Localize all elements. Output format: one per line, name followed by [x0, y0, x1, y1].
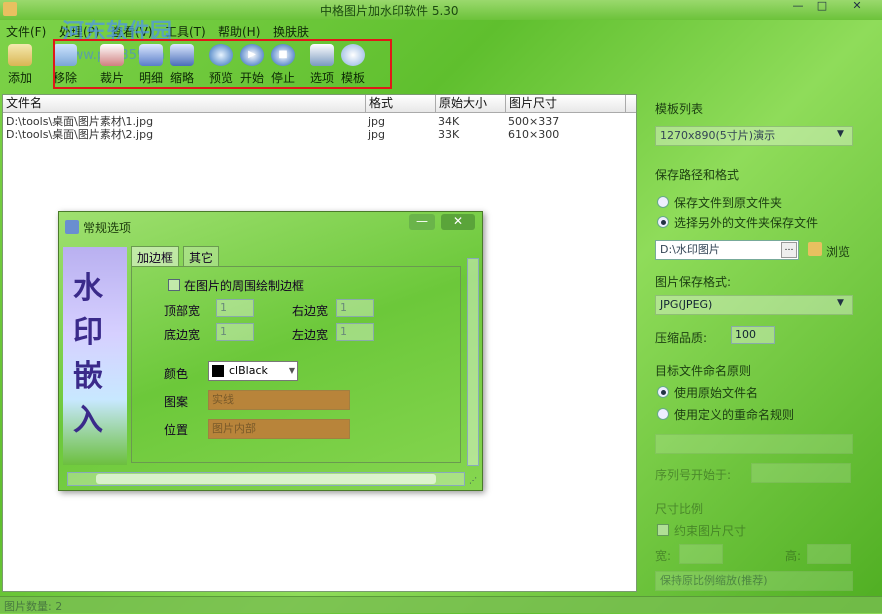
color-label: 颜色: [164, 367, 189, 381]
add-button[interactable]: 添加: [0, 44, 40, 88]
close-button[interactable]: ✕: [840, 0, 874, 14]
table-row[interactable]: D:\tools\桌面\图片素材\2.jpg jpg 33K 610×300: [3, 128, 636, 141]
radio-other-folder-label: 选择另外的文件夹保存文件: [674, 216, 819, 230]
sequence-label: 序列号开始于:: [655, 468, 732, 482]
dialog-close-button[interactable]: ✕: [441, 214, 475, 230]
format-label: 图片保存格式:: [655, 275, 732, 289]
draw-border-label: 在图片的周围绘制边框: [184, 279, 305, 293]
row-format: jpg: [368, 115, 386, 128]
radio-custom-name-label: 使用定义的重命名规则: [674, 408, 795, 422]
left-width-label: 左边宽: [292, 328, 329, 342]
status-text: 图片数量: 2: [4, 600, 63, 613]
menu-skin[interactable]: 换肤肤: [273, 23, 309, 40]
radio-original-name[interactable]: [657, 386, 669, 398]
column-filename[interactable]: 文件名: [3, 95, 366, 113]
format-select[interactable]: JPG(JPEG): [655, 295, 853, 315]
column-dimensions[interactable]: 图片尺寸: [506, 95, 626, 113]
chevron-down-icon: ▼: [837, 129, 844, 139]
naming-label: 目标文件命名原则: [655, 364, 752, 378]
position-select[interactable]: 图片内部: [208, 419, 350, 439]
row-filename: D:\tools\桌面\图片素材\1.jpg: [6, 115, 154, 128]
right-width-stepper[interactable]: 1: [336, 299, 374, 317]
resize-grip-icon[interactable]: ⋰: [469, 476, 477, 485]
dialog-icon: [65, 220, 79, 234]
folder-picker-button[interactable]: …: [781, 242, 797, 258]
minimize-button[interactable]: —: [788, 0, 808, 14]
template-list-label: 模板列表: [655, 102, 704, 116]
settings-panel: 模板列表 1270x890(5寸片)演示 ▼ 保存路径和格式 保存文件到原文件夹…: [641, 92, 879, 592]
tab-border[interactable]: 加边框: [131, 246, 180, 266]
position-label: 位置: [164, 423, 189, 437]
top-width-label: 顶部宽: [164, 304, 201, 318]
constrain-label: 约束图片尺寸: [674, 524, 747, 538]
side-char: 嵌: [73, 359, 103, 394]
row-size: 33K: [438, 128, 460, 141]
app-icon: [3, 2, 17, 16]
window-title: 中格图片加水印软件 5.30: [320, 4, 459, 18]
row-dimensions: 610×300: [508, 128, 560, 141]
right-width-label: 右边宽: [292, 304, 329, 318]
file-list-header: 文件名 格式 原始大小 图片尺寸: [3, 95, 636, 113]
radio-other-folder[interactable]: [657, 216, 669, 228]
row-dimensions: 500×337: [508, 115, 560, 128]
side-banner: 水 印 嵌 入: [63, 247, 127, 465]
height-input[interactable]: [807, 544, 851, 564]
table-row[interactable]: D:\tools\桌面\图片素材\1.jpg jpg 34K 500×337: [3, 115, 636, 128]
pattern-select[interactable]: 实线: [208, 390, 350, 410]
radio-custom-name[interactable]: [657, 408, 669, 420]
side-char: 印: [73, 315, 103, 350]
sequence-input[interactable]: [751, 463, 851, 483]
quality-stepper[interactable]: 100: [731, 326, 775, 344]
save-path-label: 保存路径和格式: [655, 168, 740, 182]
chevron-down-icon: ▼: [288, 366, 295, 375]
bottom-width-stepper[interactable]: 1: [216, 323, 254, 341]
color-select[interactable]: clBlack ▼: [208, 361, 298, 381]
row-size: 34K: [438, 115, 460, 128]
pattern-label: 图案: [164, 395, 189, 409]
dialog-title: 常规选项: [83, 221, 132, 235]
side-char: 入: [73, 403, 103, 438]
width-label: 宽:: [655, 549, 672, 563]
options-dialog: 常规选项 — ✕ 水 印 嵌 入 加边框 其它 在图片的周围绘制边框 顶部宽 1…: [58, 211, 483, 491]
top-width-stepper[interactable]: 1: [216, 299, 254, 317]
constrain-checkbox[interactable]: [657, 524, 669, 536]
horizontal-scroll-thumb[interactable]: [96, 474, 436, 484]
radio-same-folder-label: 保存文件到原文件夹: [674, 196, 783, 210]
vertical-scrollbar[interactable]: [467, 258, 479, 466]
template-select[interactable]: 1270x890(5寸片)演示: [655, 126, 853, 146]
menu-file[interactable]: 文件(F): [6, 23, 46, 40]
draw-border-checkbox[interactable]: [168, 279, 180, 291]
side-char: 水: [73, 271, 103, 306]
left-width-stepper[interactable]: 1: [336, 323, 374, 341]
tab-panel: 在图片的周围绘制边框 顶部宽 1 右边宽 1 底边宽 1 左边宽 1 颜色 cl…: [131, 266, 461, 463]
horizontal-scrollbar[interactable]: [67, 472, 465, 486]
maximize-button[interactable]: □: [812, 0, 832, 14]
radio-original-name-label: 使用原始文件名: [674, 386, 759, 400]
row-format: jpg: [368, 128, 386, 141]
scale-mode-select[interactable]: 保持原比例缩放(推荐): [655, 571, 853, 591]
status-bar: 图片数量: 2: [0, 596, 882, 613]
add-icon: [8, 44, 32, 66]
naming-rule-select[interactable]: [655, 434, 853, 454]
color-swatch: [212, 365, 224, 377]
quality-label: 压缩品质:: [655, 331, 708, 345]
browse-icon: [808, 242, 822, 256]
dialog-tabs: 加边框 其它: [131, 246, 241, 268]
width-input[interactable]: [679, 544, 723, 564]
height-label: 高:: [785, 549, 802, 563]
folder-input[interactable]: D:\水印图片: [655, 240, 799, 260]
highlight-box: [53, 39, 392, 89]
row-filename: D:\tools\桌面\图片素材\2.jpg: [6, 128, 154, 141]
color-value: clBlack: [229, 364, 268, 377]
tab-other[interactable]: 其它: [183, 246, 220, 266]
column-size[interactable]: 原始大小: [436, 95, 506, 113]
chevron-down-icon: ▼: [837, 298, 844, 308]
browse-button[interactable]: 浏览: [826, 243, 850, 260]
size-label: 尺寸比例: [655, 502, 704, 516]
bottom-width-label: 底边宽: [164, 328, 201, 342]
menu-help[interactable]: 帮助(H): [218, 23, 260, 40]
column-format[interactable]: 格式: [366, 95, 436, 113]
dialog-minimize-button[interactable]: —: [409, 214, 435, 230]
radio-same-folder[interactable]: [657, 196, 669, 208]
